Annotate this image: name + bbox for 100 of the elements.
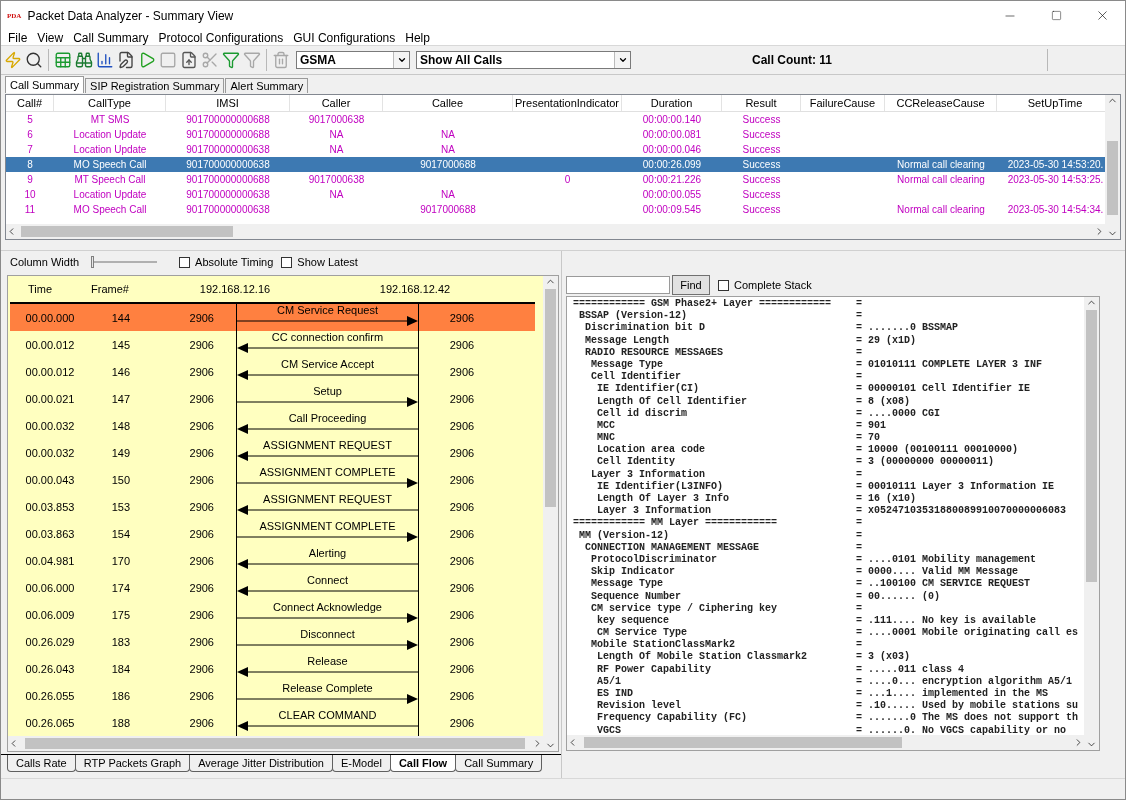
table-cell-text: Success xyxy=(741,113,782,127)
maximize-icon[interactable] xyxy=(1050,10,1062,21)
horizontal-scrollbar[interactable] xyxy=(6,224,1105,239)
message-label: Alerting xyxy=(308,548,347,559)
table-cell-text: 901700000000638 xyxy=(185,203,271,217)
vertical-scrollbar[interactable] xyxy=(1084,297,1099,750)
field-value: = xyxy=(856,639,862,652)
field-value: = .......0 BSSMAP xyxy=(856,322,959,335)
menu-item[interactable]: Protocol Configurations xyxy=(154,30,288,45)
table-cell-text: MO Speech Call xyxy=(72,203,148,217)
column-header[interactable]: CallType xyxy=(54,95,166,111)
time-cell: 00.26.065 xyxy=(25,716,75,729)
slider-thumb[interactable] xyxy=(91,256,95,268)
checkbox[interactable] xyxy=(179,256,191,268)
tab[interactable]: Calls Rate xyxy=(7,755,76,772)
scroll-thumb[interactable] xyxy=(545,289,556,507)
field-value: = 8 (x08) xyxy=(856,395,910,408)
filter-icon[interactable] xyxy=(243,51,261,69)
edit-document-icon[interactable] xyxy=(117,51,135,69)
port-cell-text: 2906 xyxy=(189,446,215,459)
column-header[interactable]: Call# xyxy=(6,95,54,111)
field-name: IE Identifier(CI) xyxy=(597,383,701,396)
tab[interactable]: Call Flow xyxy=(389,755,457,772)
tab[interactable]: Call Summary xyxy=(455,755,543,772)
frame-cell-text: 188 xyxy=(111,716,131,729)
column-header[interactable]: Caller xyxy=(290,95,383,111)
time-cell: 00.06.000 xyxy=(25,581,75,594)
time-cell: 00.00.021 xyxy=(25,392,75,405)
filter-icon[interactable] xyxy=(222,51,240,69)
field-value: = x05247103531880089910070000006083 xyxy=(856,505,1067,518)
spreadsheet-icon[interactable] xyxy=(54,51,72,69)
field-name: Frequency Capability (FC) xyxy=(597,712,749,725)
port-cell: 2906 xyxy=(449,311,475,324)
table-cell-text: 10 xyxy=(23,188,37,202)
field-name: Message Type xyxy=(591,358,664,371)
field-name: Skip Indicator xyxy=(591,566,676,579)
column-header[interactable]: FailureCause xyxy=(801,95,885,111)
column-header[interactable]: Duration xyxy=(622,95,722,111)
field-value: = ....0001 Mobile originating call es xyxy=(856,627,1079,640)
column-header: Frame# xyxy=(91,283,129,295)
port-cell: 2906 xyxy=(449,608,475,621)
column-header[interactable]: Callee xyxy=(383,95,513,111)
menu-item[interactable]: GUI Configurations xyxy=(289,30,400,45)
column-header[interactable]: Result xyxy=(722,95,801,111)
time-cell: 00.26.029 xyxy=(25,635,75,648)
tab[interactable]: Alert Summary xyxy=(225,78,309,93)
menu-item[interactable]: View xyxy=(33,30,68,45)
field-name: CM Service Type xyxy=(597,627,688,639)
scroll-thumb[interactable] xyxy=(1086,310,1097,582)
time-cell: 00.26.055 xyxy=(25,689,75,702)
horizontal-scrollbar[interactable] xyxy=(8,736,543,751)
vertical-scrollbar[interactable] xyxy=(1105,95,1120,239)
table-cell-text: 0 xyxy=(563,173,572,187)
field-value: = xyxy=(856,541,862,554)
bar-chart-icon[interactable] xyxy=(96,51,114,69)
field-name: Cell Identifier xyxy=(591,371,682,383)
column-header[interactable]: IMSI xyxy=(166,95,290,111)
scroll-thumb[interactable] xyxy=(21,226,233,237)
tab[interactable]: Call Summary xyxy=(5,76,85,93)
field-name: ES IND xyxy=(597,688,634,700)
table-cell-text: 9017000688 xyxy=(419,203,477,217)
scroll-thumb[interactable] xyxy=(584,737,902,748)
frame-cell-text: 183 xyxy=(111,635,131,648)
table-cell-text: 901700000000638 xyxy=(185,143,271,157)
port-cell-text: 2906 xyxy=(189,527,215,540)
table-row[interactable]: 8 MO Speech Call 901700000000638 9017000688 00:00:26.099 Success Normal call clearing 2023-05-30 14:53:20. xyxy=(6,157,1105,172)
time-cell: 00.00.012 xyxy=(25,365,75,378)
slider-label: Column Width xyxy=(10,256,80,268)
time-cell: 00.00.012 xyxy=(25,338,75,351)
field-name: Message Type xyxy=(591,578,664,591)
call-filter-dropdown[interactable]: Show All Calls xyxy=(416,51,631,69)
field-name: Layer 3 Information xyxy=(591,468,707,481)
table-cell-text: 9017000688 xyxy=(419,158,477,172)
column-header[interactable]: CCReleaseCause xyxy=(885,95,997,111)
tab[interactable]: SIP Registration Summary xyxy=(85,78,225,93)
menu-item[interactable]: File xyxy=(4,30,32,45)
flow-row[interactable]: 00.00.000 144 2906 CM Service Request 2906 xyxy=(10,304,535,331)
message-label: ASSIGNMENT COMPLETE xyxy=(259,467,396,478)
column-header[interactable]: PresentationIndicator xyxy=(513,95,622,111)
binoculars-icon[interactable] xyxy=(75,51,93,69)
checkbox-label: Complete Stack xyxy=(734,279,812,291)
horizontal-scrollbar[interactable] xyxy=(567,735,1084,750)
menu-item[interactable]: Help xyxy=(401,30,434,45)
document-icon[interactable] xyxy=(180,51,198,69)
checkbox[interactable] xyxy=(281,256,293,268)
field-name: MNC xyxy=(597,432,616,444)
find-button[interactable]: Find xyxy=(672,275,710,295)
field-value: = .......0 The MS does not support th xyxy=(856,712,1079,725)
table-cell-text: 00:00:00.055 xyxy=(641,188,703,202)
menu-item[interactable]: Call Summary xyxy=(69,30,153,45)
trash-icon[interactable] xyxy=(272,51,290,69)
protocol-dropdown[interactable]: GSMA xyxy=(296,51,410,69)
message-label: Connect Acknowledge xyxy=(273,602,382,613)
search-icon[interactable] xyxy=(25,51,43,69)
search-field[interactable] xyxy=(566,276,670,294)
checkbox[interactable] xyxy=(718,279,729,291)
frame-cell-text: 175 xyxy=(111,608,131,621)
table-cell-text: NA xyxy=(440,128,456,142)
scroll-thumb[interactable] xyxy=(25,738,525,749)
scroll-thumb[interactable] xyxy=(1107,141,1118,215)
